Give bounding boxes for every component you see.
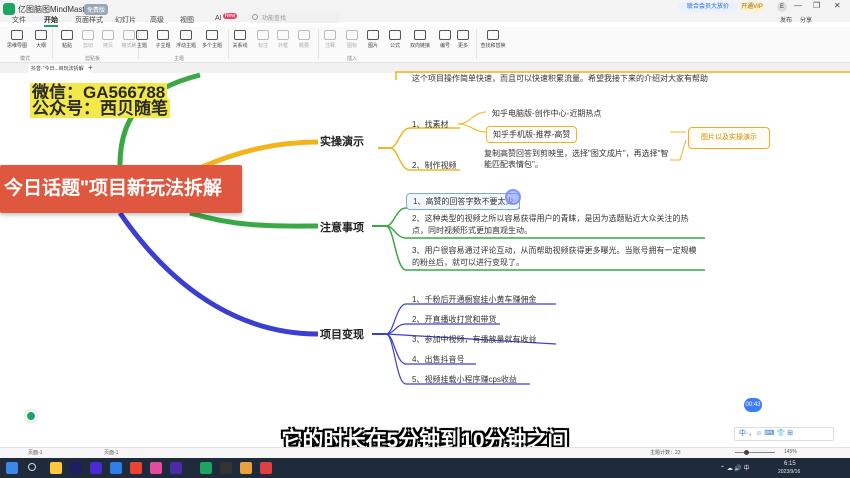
- app4-icon[interactable]: [220, 462, 232, 474]
- intro-text[interactable]: 这个项目操作简单快速，而且可以快速积累流量。希望我接下来的介绍对大家有帮助: [412, 73, 708, 84]
- mindmaster-taskbar-icon[interactable]: [200, 462, 212, 474]
- earn-3[interactable]: 3、参加中视频，有播放量就有收益: [412, 334, 536, 345]
- search-icon[interactable]: [28, 463, 36, 471]
- earn-2[interactable]: 2、开直播收打赏和带货: [412, 314, 496, 325]
- branch-notes[interactable]: 注意事项: [320, 219, 364, 235]
- connector-branch-2: [189, 210, 319, 229]
- item-find-material[interactable]: 1、找素材: [412, 119, 448, 130]
- app3-icon[interactable]: [170, 462, 182, 474]
- zoom-slider[interactable]: [735, 452, 775, 453]
- earn-5[interactable]: 5、视频挂载小程序赚cps收益: [412, 374, 517, 385]
- earn-1[interactable]: 1、千粉后开通橱窗挂小黄车赚佣金: [412, 294, 536, 305]
- callout-demo[interactable]: 图片以及实操演示: [688, 127, 770, 149]
- system-tray[interactable]: ⌃ ☁ 🔊 中: [720, 463, 750, 472]
- connector-item-find: [389, 127, 460, 149]
- cursor-highlight: [505, 189, 521, 205]
- earn-4[interactable]: 4、出售抖音号: [412, 354, 464, 365]
- leaf-zhihu-mobile[interactable]: 知乎手机版-推荐-高赞: [486, 126, 578, 143]
- watermark-account: 公众号：西贝随笔: [30, 99, 170, 118]
- photoshop-icon[interactable]: [70, 462, 82, 474]
- connector-branch-3: [117, 211, 319, 337]
- zoom-slider-thumb[interactable]: [744, 450, 749, 455]
- app5-icon[interactable]: [240, 462, 252, 474]
- leaf-zhihu-pc[interactable]: 知乎电脑版-创作中心-近期热点: [486, 106, 608, 121]
- app6-icon[interactable]: [260, 462, 272, 474]
- item-make-video[interactable]: 2、制作视频: [412, 160, 456, 171]
- page-selector[interactable]: 页面-1: [28, 449, 42, 456]
- root-topic[interactable]: 今日话题"项目新玩法拆解: [0, 165, 242, 213]
- app2-icon[interactable]: [150, 462, 162, 474]
- branch-monetize[interactable]: 项目变现: [320, 326, 364, 342]
- app-icon[interactable]: [110, 462, 122, 474]
- chrome-icon[interactable]: [130, 462, 142, 474]
- mindmap-connectors: [117, 71, 850, 385]
- connector-earn-2: [385, 323, 500, 335]
- leaf-make-video-detail[interactable]: 复制高赞回答到剪映里，选择"图文成片"，再选择"智能匹配表情包"。: [484, 148, 674, 170]
- clock-time: 6:15: [784, 461, 796, 467]
- file-explorer-icon[interactable]: [50, 462, 62, 474]
- branch-practice[interactable]: 实操演示: [320, 133, 364, 149]
- topic-count: 主题计数：23: [650, 450, 681, 456]
- premiere-icon[interactable]: [90, 462, 102, 474]
- page-tab[interactable]: 页面-1: [104, 449, 118, 456]
- ime-toolbar[interactable]: 中·，☺ ⌨ 👕 ⊞: [734, 427, 834, 441]
- connector-leaf-pc: [457, 111, 487, 125]
- note-3[interactable]: 3、用户很容易通过评论互动，从而帮助视频获得更多曝光。当账号拥有一定规模的粉丝后…: [412, 245, 702, 269]
- note-2[interactable]: 2、这种类型的视频之所以容易获得用户的青睐，是因为选题贴近大众关注的热点，同时视…: [412, 213, 702, 237]
- status-bar: [0, 447, 850, 458]
- connector-leaf-mobile: [457, 123, 487, 133]
- zoom-level[interactable]: 145%: [784, 449, 797, 455]
- time-badge: 00:43: [744, 398, 762, 412]
- windows-start-icon[interactable]: [6, 462, 18, 474]
- note-1[interactable]: 1、高赞的回答字数不要太少: [406, 193, 521, 210]
- floating-action-button[interactable]: [25, 410, 37, 422]
- clock-date: 2023/9/16: [778, 469, 801, 475]
